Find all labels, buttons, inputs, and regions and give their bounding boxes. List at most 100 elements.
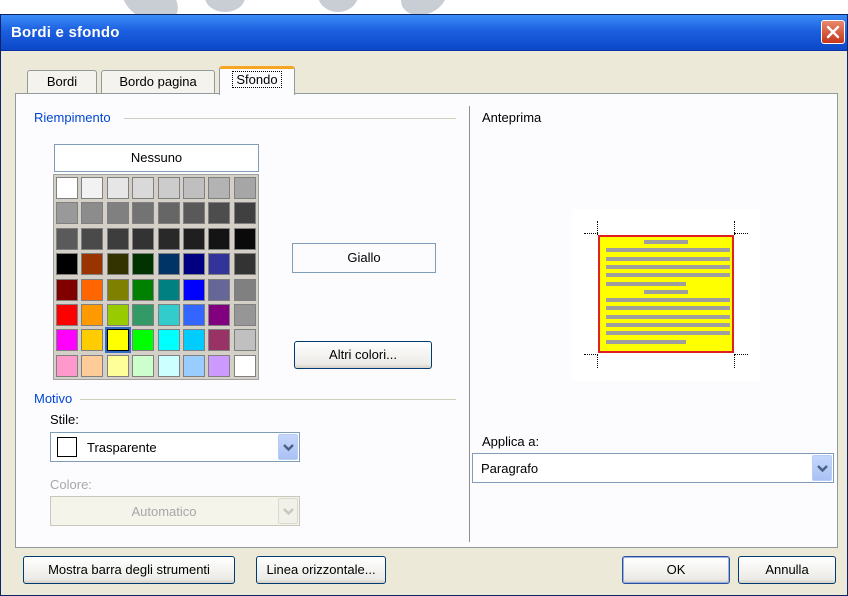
pattern-color-value: Automatico — [131, 504, 197, 519]
color-swatch[interactable] — [157, 278, 180, 301]
color-swatch[interactable] — [183, 329, 205, 352]
color-swatch[interactable] — [233, 278, 256, 301]
color-swatch[interactable] — [157, 329, 180, 352]
color-swatch[interactable] — [183, 202, 205, 225]
color-swatch[interactable] — [106, 227, 129, 250]
color-swatch[interactable] — [157, 177, 180, 199]
color-swatch[interactable] — [106, 354, 129, 377]
color-swatch[interactable] — [132, 278, 155, 301]
color-swatch[interactable] — [106, 304, 129, 326]
color-swatch[interactable] — [208, 354, 231, 377]
preview-paragraph — [598, 235, 734, 353]
tab-sfondo[interactable]: Sfondo — [219, 66, 295, 95]
color-swatch[interactable] — [233, 354, 256, 377]
color-swatch[interactable] — [208, 304, 231, 326]
pattern-color-dropdown-button — [278, 498, 298, 524]
preview-text-line — [606, 273, 730, 278]
dialog-window: Bordi e sfondo Bordi Bordo pagina Sfondo… — [0, 14, 848, 596]
color-palette — [53, 174, 259, 380]
corner-mark — [597, 221, 598, 235]
color-swatch[interactable] — [132, 304, 155, 326]
preview-text-line — [606, 339, 686, 344]
close-icon — [826, 25, 840, 39]
show-toolbar-button[interactable]: Mostra barra degli strumenti — [23, 556, 235, 584]
color-swatch[interactable] — [56, 253, 78, 276]
preview-area — [572, 209, 760, 381]
color-swatch[interactable] — [233, 177, 256, 199]
color-swatch[interactable] — [183, 278, 205, 301]
color-swatch[interactable] — [132, 227, 155, 250]
preview-text-line — [606, 323, 730, 327]
color-swatch[interactable] — [208, 177, 231, 199]
color-swatch[interactable] — [81, 278, 104, 301]
no-fill-button[interactable]: Nessuno — [54, 144, 259, 172]
color-swatch[interactable] — [81, 304, 104, 326]
more-colors-button[interactable]: Altri colori... — [294, 341, 432, 369]
tab-bordi[interactable]: Bordi — [27, 70, 97, 94]
color-swatch[interactable] — [208, 329, 231, 352]
color-swatch[interactable] — [183, 227, 205, 250]
cancel-button[interactable]: Annulla — [738, 556, 836, 584]
color-swatch[interactable] — [56, 329, 78, 352]
color-swatch[interactable] — [183, 177, 205, 199]
color-swatch[interactable] — [183, 253, 205, 276]
color-swatch[interactable] — [233, 202, 256, 225]
color-swatch[interactable] — [81, 329, 104, 352]
close-button[interactable] — [821, 20, 845, 44]
color-swatch[interactable] — [208, 202, 231, 225]
color-swatch[interactable] — [81, 202, 104, 225]
color-swatch[interactable] — [132, 253, 155, 276]
preview-text-line — [606, 331, 730, 336]
color-swatch[interactable] — [157, 354, 180, 377]
apply-to-select[interactable]: Paragrafo — [472, 453, 834, 483]
color-swatch[interactable] — [233, 227, 256, 250]
color-swatch[interactable] — [183, 304, 205, 326]
color-swatch[interactable] — [56, 202, 78, 225]
color-swatch[interactable] — [208, 253, 231, 276]
color-swatch[interactable] — [56, 227, 78, 250]
color-swatch[interactable] — [233, 304, 256, 326]
corner-mark — [584, 354, 598, 355]
color-swatch[interactable] — [132, 177, 155, 199]
tab-bordo-pagina[interactable]: Bordo pagina — [101, 70, 215, 94]
color-swatch[interactable] — [233, 329, 256, 352]
apply-to-label: Applica a: — [482, 434, 540, 449]
color-swatch[interactable] — [104, 327, 131, 354]
color-swatch[interactable] — [132, 354, 155, 377]
color-swatch[interactable] — [183, 354, 205, 377]
color-swatch[interactable] — [233, 253, 256, 276]
color-swatch[interactable] — [106, 253, 129, 276]
color-swatch[interactable] — [56, 354, 78, 377]
style-select[interactable]: Trasparente — [50, 432, 300, 462]
color-swatch[interactable] — [106, 202, 129, 225]
apply-to-dropdown-button[interactable] — [812, 455, 832, 481]
preview-text-line — [606, 256, 730, 261]
color-swatch[interactable] — [81, 177, 104, 199]
color-swatch[interactable] — [208, 278, 231, 301]
color-swatch[interactable] — [132, 329, 155, 352]
tab-panel: Riempimento Nessuno Giallo Altri colori.… — [15, 93, 838, 548]
color-swatch[interactable] — [56, 278, 78, 301]
color-swatch[interactable] — [208, 227, 231, 250]
color-swatch[interactable] — [81, 227, 104, 250]
color-swatch[interactable] — [157, 202, 180, 225]
ok-button[interactable]: OK — [622, 556, 730, 584]
color-swatch[interactable] — [157, 227, 180, 250]
color-swatch[interactable] — [81, 253, 104, 276]
color-swatch[interactable] — [157, 304, 180, 326]
horizontal-line-button[interactable]: Linea orizzontale... — [256, 556, 386, 584]
preview-label: Anteprima — [482, 110, 542, 125]
color-swatch[interactable] — [157, 253, 180, 276]
color-swatch[interactable] — [106, 278, 129, 301]
color-swatch[interactable] — [81, 354, 104, 377]
pattern-group-label: Motivo — [34, 391, 77, 406]
preview-text-line — [606, 264, 730, 269]
fill-group-label: Riempimento — [34, 110, 115, 125]
color-swatch[interactable] — [106, 177, 129, 199]
style-dropdown-button[interactable] — [278, 434, 298, 460]
selected-color-name: Giallo — [292, 243, 436, 273]
color-swatch[interactable] — [132, 202, 155, 225]
color-swatch[interactable] — [56, 304, 78, 326]
color-swatch[interactable] — [56, 177, 78, 199]
corner-mark — [734, 233, 748, 234]
